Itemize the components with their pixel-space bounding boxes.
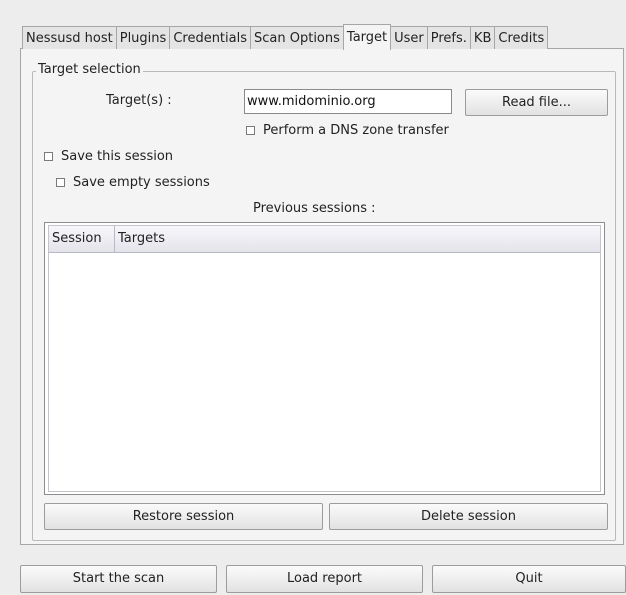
- sessions-list-header: Session Targets: [49, 226, 600, 253]
- tab-bar: Nessusd host Plugins Credentials Scan Op…: [22, 24, 549, 50]
- sessions-list-viewport[interactable]: Session Targets: [48, 225, 601, 492]
- save-empty-sessions-checkbox[interactable]: Save empty sessions: [56, 175, 210, 190]
- checkbox-box[interactable]: [56, 178, 65, 187]
- column-header-session[interactable]: Session: [49, 226, 115, 252]
- tab-user[interactable]: User: [390, 26, 428, 49]
- tab-credentials[interactable]: Credentials: [169, 26, 251, 49]
- save-empty-sessions-label: Save empty sessions: [73, 175, 210, 190]
- nessus-window: Nessusd host Plugins Credentials Scan Op…: [0, 0, 626, 595]
- tab-plugins[interactable]: Plugins: [115, 26, 171, 49]
- save-session-label: Save this session: [61, 149, 174, 164]
- tab-scan-options[interactable]: Scan Options: [250, 26, 344, 49]
- restore-session-button[interactable]: Restore session: [44, 503, 323, 530]
- target-tab-panel: Target selection Target(s) : Read file..…: [20, 48, 624, 545]
- tab-prefs[interactable]: Prefs.: [426, 26, 471, 49]
- targets-label: Target(s) :: [106, 93, 172, 108]
- tab-kb[interactable]: KB: [469, 26, 496, 49]
- delete-session-button[interactable]: Delete session: [329, 503, 608, 530]
- column-header-targets[interactable]: Targets: [115, 226, 600, 252]
- previous-sessions-label: Previous sessions :: [253, 201, 376, 216]
- checkbox-box[interactable]: [44, 152, 53, 161]
- target-selection-title: Target selection: [36, 62, 143, 78]
- read-file-button[interactable]: Read file...: [465, 89, 608, 116]
- tab-nessusd-host[interactable]: Nessusd host: [22, 26, 117, 49]
- save-session-checkbox[interactable]: Save this session: [44, 149, 173, 164]
- quit-button[interactable]: Quit: [432, 565, 626, 593]
- targets-input[interactable]: [244, 89, 452, 114]
- checkbox-box[interactable]: [246, 126, 255, 135]
- dns-zone-transfer-label: Perform a DNS zone transfer: [263, 123, 449, 138]
- start-scan-button[interactable]: Start the scan: [20, 565, 217, 593]
- tab-target[interactable]: Target: [342, 24, 392, 50]
- tab-credits[interactable]: Credits: [494, 26, 549, 49]
- load-report-button[interactable]: Load report: [226, 565, 423, 593]
- sessions-list[interactable]: Session Targets: [44, 222, 605, 495]
- dns-zone-transfer-checkbox[interactable]: Perform a DNS zone transfer: [246, 123, 449, 138]
